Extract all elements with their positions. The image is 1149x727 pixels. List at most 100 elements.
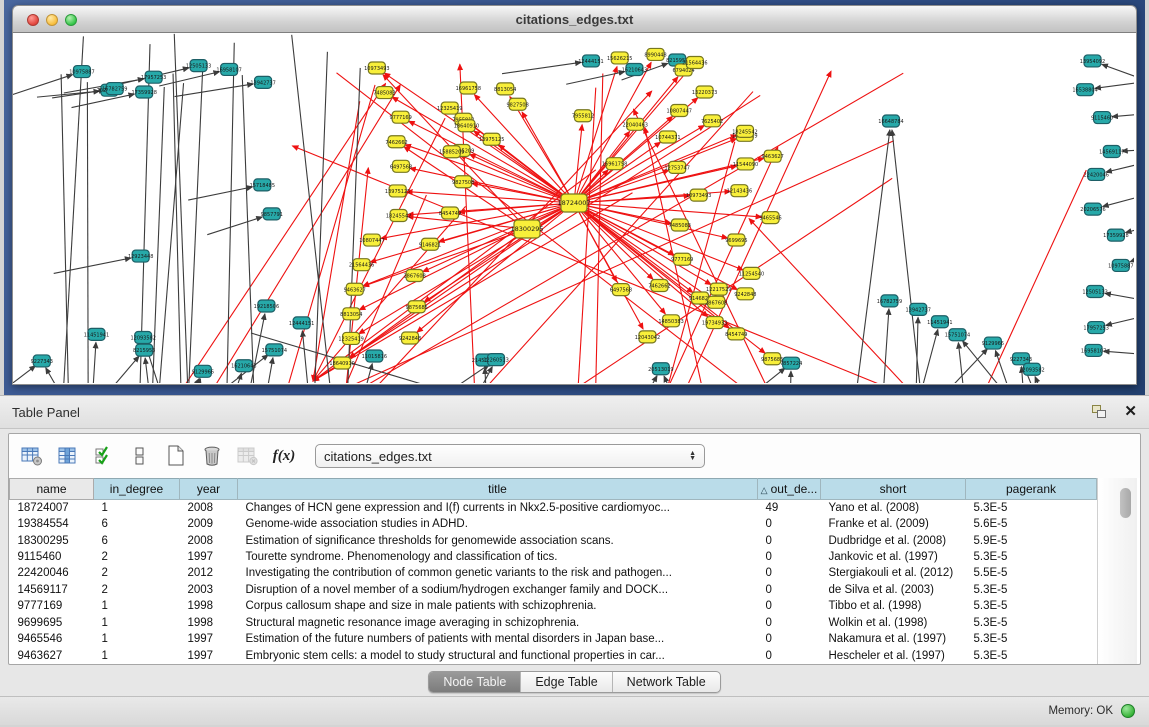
cell-short[interactable]: Stergiakouli et al. (2012)	[821, 565, 966, 581]
yellow-node[interactable]: 13220373	[692, 86, 717, 98]
yellow-node[interactable]: 2867608	[403, 270, 425, 282]
column-header-short[interactable]: short	[821, 479, 966, 500]
table-row[interactable]: 1938455462009Genome-wide association stu…	[10, 516, 1097, 532]
teal-node[interactable]: 16538804	[1072, 84, 1097, 96]
table-row[interactable]: 1456911722003Disruption of a novel membe…	[10, 582, 1097, 598]
yellow-node[interactable]: 9875685	[761, 353, 783, 365]
cell-in_degree[interactable]: 1	[94, 500, 180, 516]
node-table[interactable]: namein_degreeyeartitle△out_de...shortpag…	[9, 478, 1097, 664]
row-height-icon[interactable]	[127, 443, 153, 469]
cell-out_degree[interactable]: 0	[758, 615, 821, 631]
cell-short[interactable]: Wolkin et al. (1998)	[821, 615, 966, 631]
teal-node[interactable]: 12505133	[186, 60, 211, 72]
yellow-node[interactable]: 9827508	[452, 176, 474, 188]
teal-node[interactable]: 16782759	[877, 295, 902, 307]
teal-node[interactable]: 15718485	[250, 179, 275, 191]
teal-node[interactable]: 16648784	[878, 115, 903, 127]
cell-title[interactable]: Estimation of significance thresholds fo…	[238, 532, 758, 548]
cell-year[interactable]: 2008	[180, 500, 238, 516]
cell-short[interactable]: Hescheler et al. (1997)	[821, 647, 966, 664]
cell-year[interactable]: 1998	[180, 615, 238, 631]
teal-node[interactable]: 9129966	[192, 365, 214, 377]
cell-name[interactable]: 9463627	[10, 647, 94, 664]
cell-year[interactable]: 1997	[180, 549, 238, 565]
scrollbar-thumb[interactable]	[1120, 488, 1131, 518]
table-row[interactable]: 1830029562008Estimation of significance …	[10, 532, 1097, 548]
teal-node[interactable]: 17957253	[141, 71, 166, 83]
table-row[interactable]: 946554611997Estimation of the future num…	[10, 631, 1097, 647]
yellow-node[interactable]: 10973493	[364, 62, 389, 74]
yellow-node[interactable]: 9242848	[399, 332, 421, 344]
function-builder-icon[interactable]: f(x)	[271, 443, 297, 469]
cell-pagerank[interactable]: 5.3E-5	[966, 582, 1097, 598]
teal-node[interactable]: 9115460	[1091, 112, 1113, 124]
close-window-button[interactable]	[27, 14, 39, 26]
cell-out_degree[interactable]: 0	[758, 565, 821, 581]
yellow-node[interactable]: 6497568	[390, 160, 412, 172]
cell-year[interactable]: 1997	[180, 631, 238, 647]
cell-title[interactable]: Embryonic stem cells: a model to study s…	[238, 647, 758, 664]
column-header-in_degree[interactable]: in_degree	[94, 479, 180, 500]
yellow-node[interactable]: 8454749	[439, 207, 461, 219]
tab-node-table[interactable]: Node Table	[429, 672, 521, 692]
cell-in_degree[interactable]: 2	[94, 565, 180, 581]
cell-name[interactable]: 9115460	[10, 549, 94, 565]
cell-year[interactable]: 1997	[180, 647, 238, 664]
cell-name[interactable]: 22420046	[10, 565, 94, 581]
cell-short[interactable]: Dudbridge et al. (2008)	[821, 532, 966, 548]
yellow-node[interactable]: 2867608	[705, 296, 727, 308]
yellow-node[interactable]: 15626215	[607, 52, 632, 64]
table-settings-icon[interactable]	[19, 443, 45, 469]
column-header-year[interactable]: year	[180, 479, 238, 500]
cell-year[interactable]: 2003	[180, 582, 238, 598]
teal-node[interactable]: 13942737	[250, 76, 275, 88]
teal-node[interactable]: 12505133	[1082, 285, 1107, 297]
yellow-node[interactable]: 13975125	[479, 133, 504, 145]
teal-node[interactable]: 16958107	[216, 63, 241, 75]
tab-network-table[interactable]: Network Table	[613, 672, 720, 692]
yellow-node[interactable]: 18245542	[386, 210, 411, 222]
cell-pagerank[interactable]: 5.6E-5	[966, 516, 1097, 532]
cell-short[interactable]: Yano et al. (2008)	[821, 500, 966, 516]
teal-node[interactable]: 22420046	[1083, 168, 1108, 180]
select-columns-icon[interactable]	[91, 443, 117, 469]
new-table-icon[interactable]	[163, 443, 189, 469]
yellow-node[interactable]: 9777169	[671, 253, 693, 265]
cell-name[interactable]: 9777169	[10, 598, 94, 614]
cell-pagerank[interactable]: 5.3E-5	[966, 549, 1097, 565]
cell-in_degree[interactable]: 2	[94, 582, 180, 598]
table-scrollbar[interactable]	[1097, 478, 1137, 664]
teal-node[interactable]: 12093582	[130, 332, 155, 344]
teal-node[interactable]: 15751074	[945, 329, 970, 341]
cell-in_degree[interactable]: 1	[94, 615, 180, 631]
teal-node[interactable]: 12923448	[128, 250, 153, 262]
cell-title[interactable]: Tourette syndrome. Phenomenology and cla…	[238, 549, 758, 565]
teal-node[interactable]: 9227343	[31, 355, 53, 367]
teal-node[interactable]: 14569117	[1099, 146, 1124, 158]
cell-year[interactable]: 2009	[180, 516, 238, 532]
teal-node[interactable]: 17359928	[1103, 229, 1128, 241]
yellow-node[interactable]: 7625402	[701, 115, 723, 127]
cell-pagerank[interactable]: 5.5E-5	[966, 565, 1097, 581]
yellow-node[interactable]: 9777169	[390, 111, 412, 123]
cell-out_degree[interactable]: 0	[758, 549, 821, 565]
show-columns-icon[interactable]	[55, 443, 81, 469]
cell-year[interactable]: 2008	[180, 532, 238, 548]
cell-in_degree[interactable]: 1	[94, 631, 180, 647]
cell-out_degree[interactable]: 0	[758, 582, 821, 598]
teal-node[interactable]: 10975887	[69, 66, 94, 78]
yellow-node[interactable]: 9827508	[507, 98, 529, 110]
cell-pagerank[interactable]: 5.3E-5	[966, 647, 1097, 664]
cell-name[interactable]: 9699695	[10, 615, 94, 631]
cell-in_degree[interactable]: 2	[94, 549, 180, 565]
table-row[interactable]: 1872400712008Changes of HCN gene express…	[10, 500, 1097, 516]
yellow-node[interactable]: 8813054	[494, 83, 516, 95]
yellow-node[interactable]: 7485083	[373, 87, 395, 99]
teal-node[interactable]: 10975887	[1108, 259, 1133, 271]
yellow-node[interactable]: 22040463	[622, 118, 647, 130]
cell-title[interactable]: Estimation of the future numbers of pati…	[238, 631, 758, 647]
table-selector-dropdown[interactable]: citations_edges.txt ▲▼	[315, 444, 705, 468]
delete-entries-icon[interactable]	[199, 443, 225, 469]
column-header-pagerank[interactable]: pagerank	[966, 479, 1097, 500]
yellow-node[interactable]: 7955812	[572, 110, 594, 122]
